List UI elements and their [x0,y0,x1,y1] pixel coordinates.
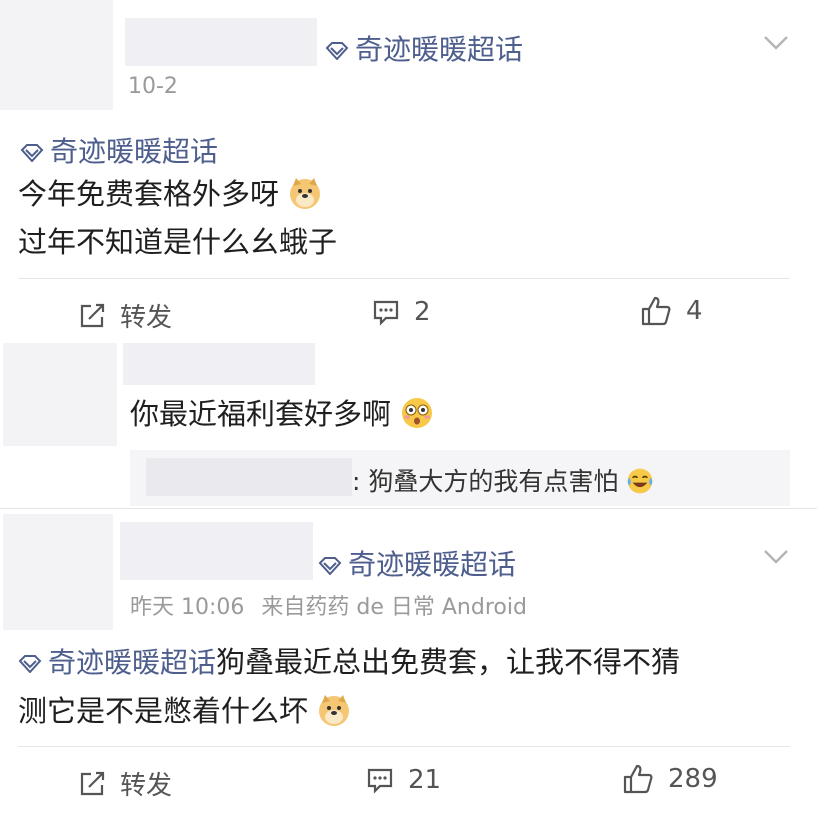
super-topic-diamond-icon [318,557,342,576]
super-topic-tag[interactable]: 奇迹暖暖超话 [318,543,516,583]
post-text-line: 今年免费套格外多呀 [18,177,280,211]
inline-super-topic-link[interactable]: 奇迹暖暖超话 [20,130,218,170]
thumbs-up-icon [623,764,653,794]
super-topic-diamond-icon [325,42,349,61]
divider [18,746,790,747]
post-text-line: 测它是不是憋着什么坏 [18,694,309,728]
comment-icon [367,768,393,794]
comment-count: 2 [414,297,431,327]
doge-emoji [319,695,350,726]
repost-icon [80,771,105,795]
comment-count: 21 [408,765,442,795]
repost-button[interactable]: 转发 [78,765,172,802]
post-text-line: 狗叠最近总出免费套，让我不得不猜 [216,645,681,679]
avatar[interactable] [0,0,113,110]
inline-super-topic-link[interactable]: 奇迹暖暖超话 [18,646,216,679]
reply-username-placeholder[interactable] [146,458,352,496]
reply-text-content: : 狗叠大方的我有点害怕 [352,467,619,496]
post-text-line: 过年不知道是什么幺蛾子 [18,225,338,259]
comment-icon [373,300,399,326]
repost-label: 转发 [120,771,173,801]
repost-button[interactable]: 转发 [78,297,172,334]
flushed-emoji [402,398,433,428]
comment-text-content: 你最近福利套好多啊 [130,397,392,431]
chevron-down-icon[interactable] [763,548,789,566]
comment-text: 你最近福利套好多啊 [130,390,434,438]
super-topic-diamond-icon [20,144,44,163]
doge-emoji [290,178,321,209]
reply-text: : 狗叠大方的我有点害怕 [352,462,654,498]
divider [18,278,790,279]
chevron-down-icon[interactable] [763,34,789,52]
post-meta: 昨天 10:06 来自药药 de 日常 Android [130,589,527,621]
post-date: 10-2 [128,74,178,99]
comment-button[interactable]: 21 [366,765,441,795]
inline-topic-label: 奇迹暖暖超话 [48,646,217,679]
post-text: 今年免费套格外多呀 过年不知道是什么幺蛾子 [18,170,337,266]
super-topic-tag[interactable]: 奇迹暖暖超话 [325,28,523,68]
like-button[interactable]: 289 [622,763,718,795]
repost-label: 转发 [120,303,173,333]
username-placeholder[interactable] [125,18,317,66]
like-button[interactable]: 4 [640,295,703,327]
post-time: 昨天 10:06 [130,595,245,620]
post-text: 奇迹暖暖超话狗叠最近总出免费套，让我不得不猜 测它是不是憋着什么坏 [18,638,680,735]
like-count: 289 [668,764,718,794]
like-count: 4 [686,296,703,326]
inline-topic-label: 奇迹暖暖超话 [50,135,219,168]
section-divider [0,508,817,509]
repost-icon [80,303,105,327]
username-placeholder[interactable] [123,343,315,385]
laughing-crying-emoji [627,468,653,494]
thumbs-up-icon [641,296,671,326]
username-placeholder[interactable] [120,522,313,580]
reply-preview[interactable]: : 狗叠大方的我有点害怕 [130,450,790,506]
comment-button[interactable]: 2 [372,297,431,327]
super-topic-label: 奇迹暖暖超话 [348,548,517,581]
post-source: 来自药药 de 日常 Android [261,595,527,620]
super-topic-label: 奇迹暖暖超话 [355,33,524,66]
avatar[interactable] [3,514,113,630]
super-topic-diamond-icon [18,655,42,674]
avatar[interactable] [3,343,117,446]
